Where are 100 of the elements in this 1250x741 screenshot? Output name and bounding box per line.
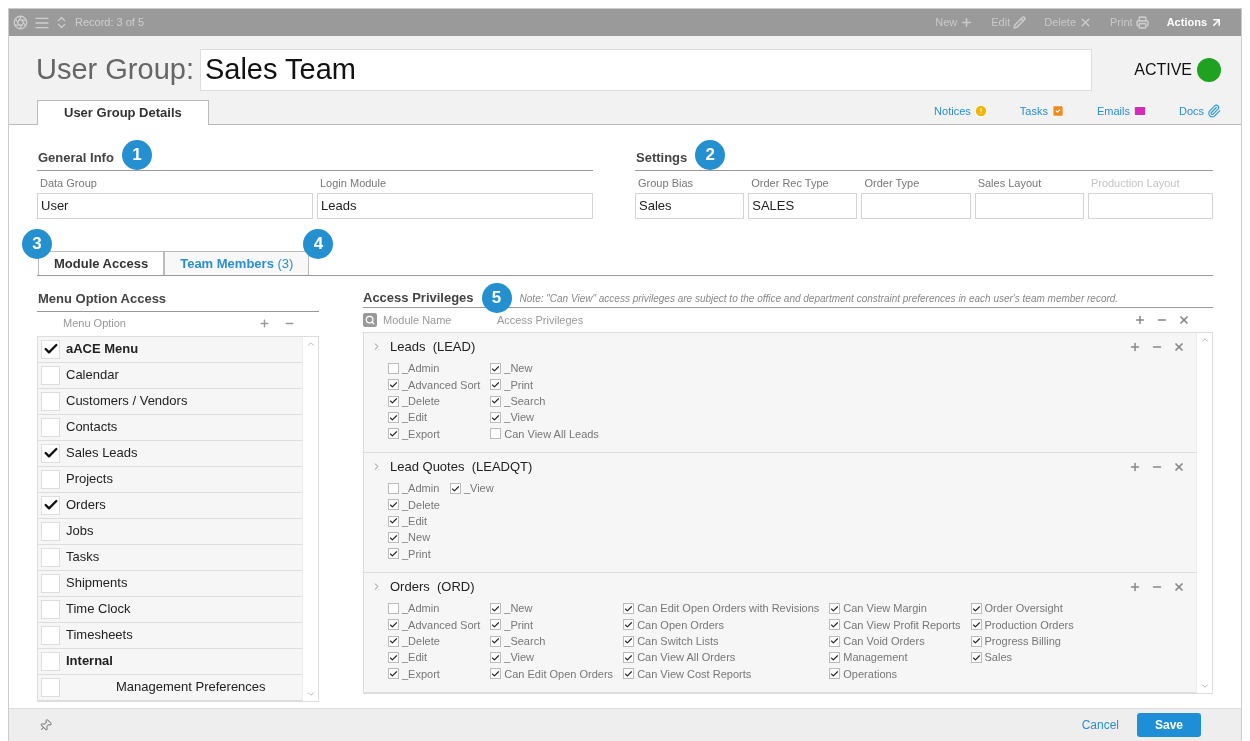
tab[interactable]: Module Access (38, 251, 165, 276)
add-icon[interactable] (1134, 314, 1146, 326)
menu-option-label: Calendar (66, 366, 119, 385)
checked-checkbox[interactable] (490, 619, 502, 631)
checked-checkbox[interactable] (41, 339, 60, 359)
text-field[interactable]: SALES (748, 193, 858, 219)
checked-checkbox[interactable] (490, 379, 502, 391)
delete-icon[interactable] (1173, 340, 1185, 353)
checked-checkbox[interactable] (623, 652, 635, 664)
text-field[interactable]: Sales (635, 193, 745, 219)
checked-checkbox[interactable] (970, 652, 982, 664)
checkbox[interactable] (41, 417, 60, 437)
checked-checkbox[interactable] (388, 412, 399, 424)
menu-option-row[interactable]: Customers / Vendors (38, 388, 302, 415)
group-name-field[interactable]: Sales Team (199, 48, 1092, 91)
menu-option-row[interactable]: Timesheets (38, 622, 302, 649)
checkbox[interactable] (41, 651, 60, 671)
privilege-label: _New (504, 601, 533, 617)
checked-checkbox[interactable] (388, 619, 399, 631)
checked-checkbox[interactable] (490, 635, 502, 647)
menu-option-row[interactable]: Internal (38, 648, 302, 675)
checked-checkbox[interactable] (41, 495, 60, 515)
checkbox[interactable] (41, 625, 60, 645)
checked-checkbox[interactable] (829, 668, 841, 680)
checked-checkbox[interactable] (490, 412, 502, 424)
privilege-label: Can View All Leads (504, 426, 599, 442)
search-icon[interactable] (363, 313, 377, 327)
checked-checkbox[interactable] (41, 443, 60, 463)
tab[interactable]: User Group Details (37, 99, 209, 125)
add-icon[interactable] (1129, 460, 1141, 473)
checked-checkbox[interactable] (490, 603, 502, 615)
checkbox[interactable] (388, 603, 399, 615)
checked-checkbox[interactable] (388, 515, 399, 527)
checked-checkbox[interactable] (388, 532, 399, 544)
checkbox[interactable] (41, 365, 60, 385)
menu-option-row[interactable]: Shipments (38, 570, 302, 597)
text-field[interactable] (1087, 193, 1213, 219)
checkbox[interactable] (388, 363, 399, 375)
checked-checkbox[interactable] (388, 548, 399, 560)
checked-checkbox[interactable] (490, 668, 502, 680)
checkbox[interactable] (41, 599, 60, 619)
menu-option-row[interactable]: Tasks (38, 544, 302, 571)
checked-checkbox[interactable] (829, 635, 841, 647)
checkbox[interactable] (41, 547, 60, 567)
checked-checkbox[interactable] (970, 635, 982, 647)
scroll-down-icon[interactable] (1199, 681, 1210, 691)
add-icon[interactable] (259, 318, 270, 329)
menu-option-row[interactable]: Sales Leads (38, 440, 302, 467)
menu-option-row[interactable]: Orders (38, 492, 302, 519)
add-icon[interactable] (1129, 580, 1141, 593)
checked-checkbox[interactable] (388, 395, 399, 407)
checked-checkbox[interactable] (623, 635, 635, 647)
checked-checkbox[interactable] (490, 363, 502, 375)
menu-option-row[interactable]: aACE Menu (38, 336, 302, 363)
checked-checkbox[interactable] (388, 668, 399, 680)
save-button[interactable]: Save (1137, 713, 1201, 737)
checked-checkbox[interactable] (490, 395, 502, 407)
checked-checkbox[interactable] (623, 619, 635, 631)
delete-icon[interactable] (1173, 460, 1185, 473)
add-icon[interactable] (1129, 340, 1141, 353)
checked-checkbox[interactable] (449, 483, 461, 495)
checkbox[interactable] (41, 677, 60, 697)
menu-option-row[interactable]: Calendar (38, 362, 302, 389)
checked-checkbox[interactable] (490, 652, 502, 664)
text-field[interactable] (974, 193, 1084, 219)
field-label: Sales Layout (976, 175, 1043, 191)
print-icon (1135, 16, 1149, 29)
menu-option-row[interactable]: Jobs (38, 518, 302, 545)
checkbox[interactable] (388, 483, 399, 495)
menu-option-row[interactable]: Time Clock (38, 596, 302, 623)
checked-checkbox[interactable] (970, 619, 982, 631)
field-label: Production Layout (1089, 175, 1181, 191)
privilege-label: Can Switch Lists (637, 634, 719, 649)
checkbox[interactable] (41, 391, 60, 411)
checked-checkbox[interactable] (388, 379, 399, 391)
delete-icon[interactable] (1173, 580, 1185, 593)
module-name: Lead Quotes (LEADQT) (390, 458, 533, 476)
menu-option-row[interactable]: Management Preferences (38, 674, 302, 701)
checked-checkbox[interactable] (829, 619, 841, 631)
checkbox[interactable] (41, 521, 60, 541)
text-field[interactable] (861, 193, 971, 219)
checkbox[interactable] (490, 428, 502, 440)
menu-option-row[interactable]: Projects (38, 466, 302, 493)
checkbox[interactable] (41, 469, 60, 489)
checked-checkbox[interactable] (388, 652, 399, 664)
checked-checkbox[interactable] (388, 499, 399, 511)
text-field[interactable]: User (37, 193, 313, 219)
delete-icon[interactable] (1178, 314, 1190, 326)
checked-checkbox[interactable] (388, 428, 399, 440)
checked-checkbox[interactable] (623, 668, 635, 680)
menu-option-row[interactable]: Contacts (38, 414, 302, 441)
checked-checkbox[interactable] (829, 603, 841, 615)
checked-checkbox[interactable] (970, 603, 982, 615)
section-heading: Menu Option Access (37, 289, 319, 312)
checked-checkbox[interactable] (829, 652, 841, 664)
checked-checkbox[interactable] (623, 603, 635, 615)
checkbox[interactable] (41, 573, 60, 593)
checked-checkbox[interactable] (388, 635, 399, 647)
text-field[interactable]: Leads (317, 193, 593, 219)
field-label: Data Group (39, 175, 98, 191)
